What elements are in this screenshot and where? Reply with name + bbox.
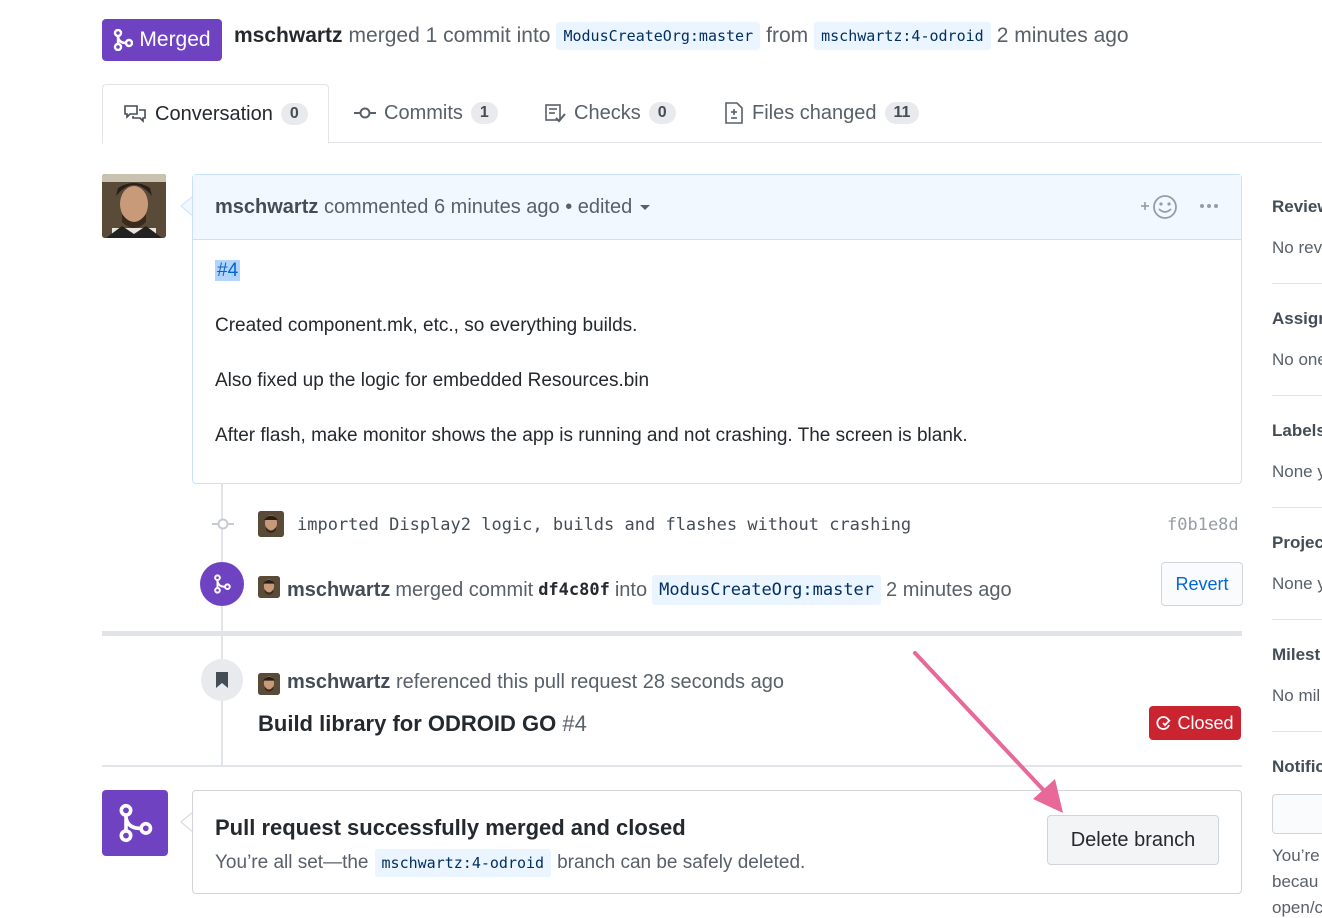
merge-author-avatar[interactable] (258, 576, 280, 598)
git-merge-icon (114, 29, 134, 51)
sidebar-notifications-label: Notific (1272, 757, 1322, 776)
merge-target-branch[interactable]: ModusCreateOrg:master (652, 575, 882, 605)
timeline-line (221, 636, 223, 766)
sidebar-divider (1272, 395, 1322, 396)
comment-paragraph: Also fixed up the logic for embedded Res… (215, 370, 650, 391)
notification-reason-text: You’re (1272, 846, 1320, 865)
merge-event-author[interactable]: mschwartz (287, 579, 390, 602)
tab-files-changed-count: 11 (884, 102, 920, 124)
merge-box-text: You’re all set—the mschwartz:4-odroid br… (215, 849, 805, 877)
comment-header: mschwartz commented 6 minutes ago • edit… (193, 175, 1241, 240)
annotation-arrow (913, 651, 1063, 813)
commit-icon (212, 518, 234, 530)
timeline-divider (102, 631, 1242, 636)
commit-icon (354, 107, 376, 119)
add-reaction-icon[interactable] (1139, 193, 1181, 221)
reference-event-text: mschwartz referenced this pull request 2… (287, 671, 784, 694)
sidebar-divider (1272, 619, 1322, 620)
tab-checks[interactable]: Checks 0 (544, 84, 676, 142)
merge-event-action: merged commit (395, 578, 534, 601)
merge-box-title: Pull request successfully merged and clo… (215, 815, 686, 840)
sidebar-reviewers-label[interactable]: Review (1272, 197, 1322, 217)
comment-body: #4 Created component.mk, etc., so everyt… (215, 260, 968, 480)
merged-status-badge: Merged (102, 19, 222, 61)
chevron-down-icon[interactable] (638, 202, 652, 212)
merged-icon-box (102, 790, 168, 856)
deletable-branch[interactable]: mschwartz:4-odroid (374, 849, 552, 877)
bookmark-icon (216, 672, 228, 688)
merge-event-badge (200, 562, 244, 606)
timeline-line (221, 483, 223, 633)
checklist-icon (545, 104, 566, 123)
sidebar-divider (1272, 507, 1322, 508)
commit-message[interactable]: imported Display2 logic, builds and flas… (297, 515, 911, 535)
pr-merge-summary: mschwartz merged 1 commit into ModusCrea… (234, 22, 1129, 50)
sidebar-labels-label[interactable]: Labels (1272, 421, 1322, 441)
conversation-icon (124, 105, 146, 123)
sidebar-projects-label[interactable]: Projec (1272, 533, 1322, 553)
merge-box-text-before: You’re all set—the (215, 852, 369, 873)
sidebar-divider (1272, 283, 1322, 284)
reference-author[interactable]: mschwartz (287, 671, 390, 693)
pr-tabs: Conversation 0 Commits 1 Checks 0 Files … (102, 84, 1322, 144)
git-merge-icon (119, 803, 153, 843)
tab-conversation[interactable]: Conversation 0 (102, 84, 329, 144)
merge-event-text: mschwartz merged commit df4c80f into Mod… (287, 575, 1012, 605)
notification-reason-text: becau (1272, 872, 1319, 891)
notification-reason-text: open/c (1272, 898, 1322, 917)
reference-action: referenced this pull request 28 seconds … (395, 671, 784, 693)
tab-commits-count: 1 (470, 102, 498, 124)
sidebar-milestone-label[interactable]: Milest (1272, 645, 1320, 665)
tab-commits[interactable]: Commits 1 (354, 84, 498, 142)
sidebar-assignees-label[interactable]: Assign (1272, 309, 1322, 329)
sidebar-milestone-value: No mil (1272, 686, 1321, 705)
tab-conversation-label: Conversation (155, 102, 273, 125)
pr-description-comment: mschwartz commented 6 minutes ago • edit… (192, 174, 1242, 484)
tab-conversation-count: 0 (280, 103, 308, 125)
subscribe-button[interactable] (1272, 794, 1322, 834)
git-merge-icon (214, 574, 231, 594)
merge-box-text-after: branch can be safely deleted. (557, 852, 806, 873)
sidebar-divider (1272, 731, 1322, 732)
closed-status-label: Closed (1177, 712, 1234, 733)
sidebar-labels-value: None y (1272, 462, 1322, 481)
tab-checks-count: 0 (648, 102, 676, 124)
merge-event-into: into (614, 578, 648, 601)
reference-event-badge (201, 659, 243, 701)
sidebar-reviewers-value: No rev (1272, 238, 1322, 257)
commit-sha[interactable]: f0b1e8d (1167, 515, 1239, 535)
merged-status-label: Merged (139, 28, 211, 51)
comment-action: commented 6 minutes ago (323, 195, 560, 218)
file-diff-icon (725, 102, 743, 124)
issue-closed-icon (1157, 716, 1172, 730)
merge-time: 2 minutes ago (996, 24, 1129, 47)
head-branch[interactable]: mschwartz:4-odroid (814, 22, 991, 50)
author-avatar[interactable] (102, 174, 166, 238)
from-text: from (766, 24, 809, 47)
issue-link[interactable]: #4 (215, 260, 241, 281)
reference-author-avatar[interactable] (258, 673, 280, 695)
tab-commits-label: Commits (384, 101, 463, 124)
kebab-menu-icon[interactable] (1199, 203, 1219, 209)
tab-files-changed-label: Files changed (752, 101, 877, 124)
referenced-issue-number[interactable]: #4 (562, 711, 586, 736)
author-link[interactable]: mschwartz (234, 24, 343, 48)
merge-commit-sha[interactable]: df4c80f (538, 580, 610, 600)
referenced-issue[interactable]: Build library for ODROID GO #4 (258, 711, 587, 737)
comment-edited-dropdown[interactable]: • edited (565, 196, 632, 219)
tab-checks-label: Checks (574, 101, 641, 124)
revert-button[interactable]: Revert (1161, 562, 1243, 606)
tab-files-changed[interactable]: Files changed 11 (724, 84, 920, 142)
comment-author[interactable]: mschwartz (215, 196, 318, 219)
base-branch[interactable]: ModusCreateOrg:master (556, 22, 761, 50)
comment-paragraph: After flash, make monitor shows the app … (215, 425, 968, 446)
referenced-issue-title[interactable]: Build library for ODROID GO (258, 711, 556, 736)
commit-author-avatar[interactable] (258, 511, 284, 537)
merged-text: merged 1 commit into (348, 24, 551, 47)
closed-status-badge: Closed (1149, 706, 1241, 740)
comment-paragraph: Created component.mk, etc., so everythin… (215, 315, 638, 336)
sidebar-projects-value: None y (1272, 574, 1322, 593)
sidebar-assignees-value: No one (1272, 350, 1322, 369)
merge-event-time: 2 minutes ago (886, 578, 1012, 601)
